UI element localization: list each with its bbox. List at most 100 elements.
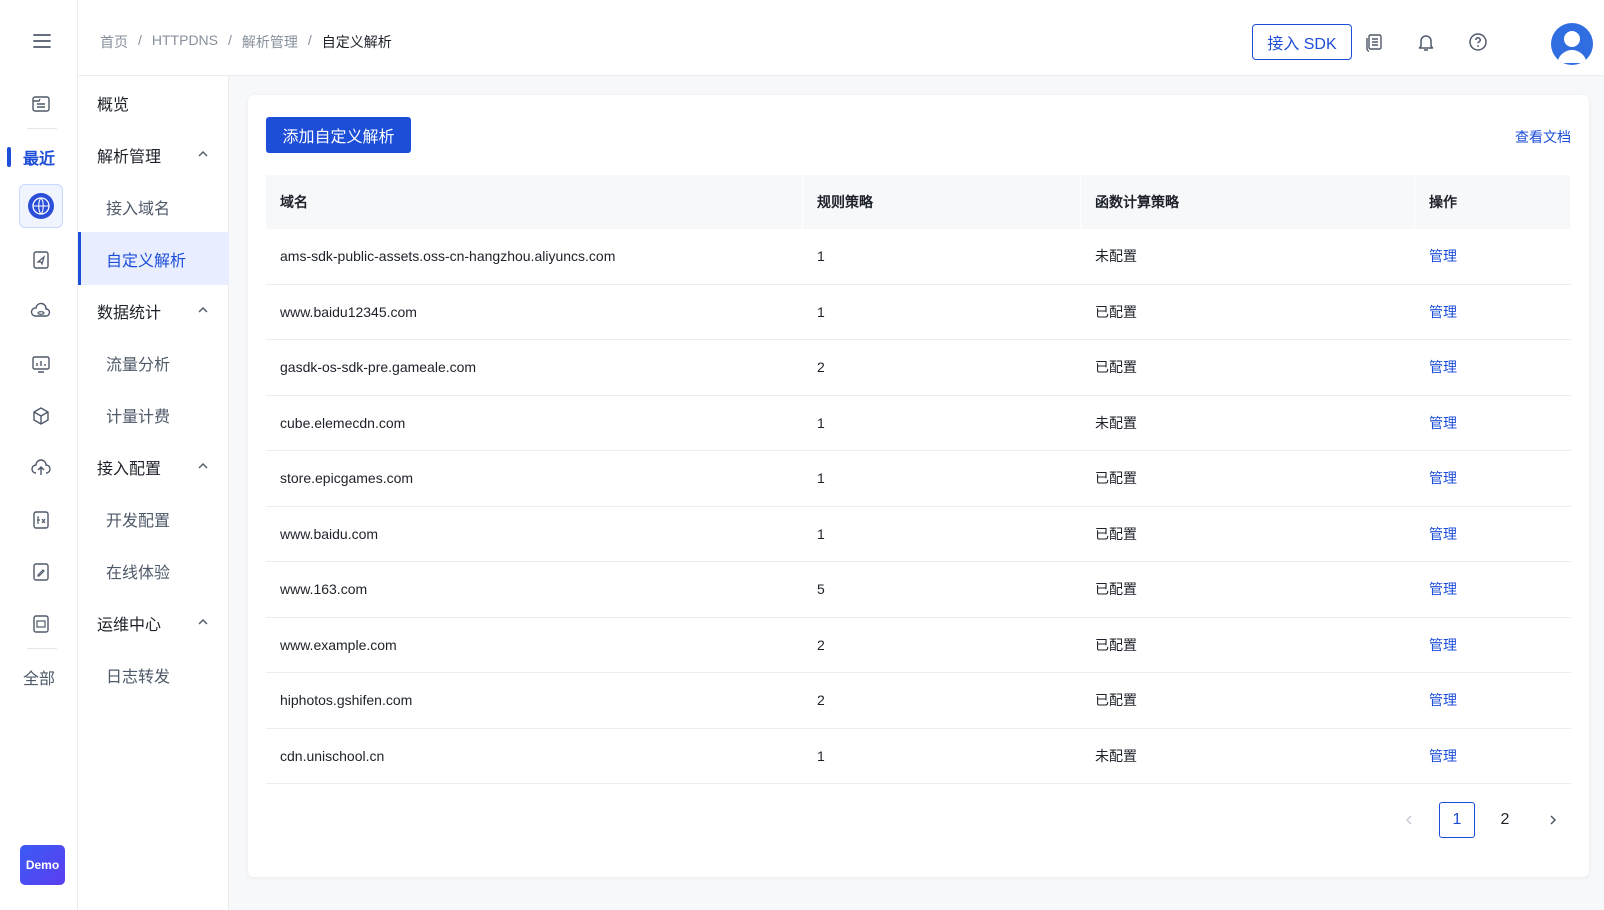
nav-group-access-config[interactable]: 接入配置 — [78, 440, 229, 493]
manage-link-text[interactable]: 管理 — [1429, 690, 1457, 710]
rules-cell-text: 1 — [817, 747, 825, 764]
rules-cell: 1 — [803, 729, 1081, 784]
domain-cell-text: hiphotos.gshifen.com — [280, 692, 413, 709]
rail-all[interactable]: 全部 — [0, 665, 78, 689]
function-status-cell-text: 未配置 — [1095, 414, 1137, 431]
nav-item-traffic-analysis[interactable]: 流量分析 — [78, 336, 229, 389]
domain-cell: ams-sdk-public-assets.oss-cn-hangzhou.al… — [266, 229, 803, 284]
cube-icon[interactable] — [19, 394, 63, 438]
manage-link-text[interactable]: 管理 — [1429, 468, 1457, 488]
manage-link-text[interactable]: 管理 — [1429, 246, 1457, 266]
manage-link-text[interactable]: 管理 — [1429, 413, 1457, 433]
nav-group-data-stats[interactable]: 数据统计 — [78, 284, 229, 337]
nav-group-label: 数据统计 — [97, 304, 162, 322]
view-docs-link[interactable]: 查看文档 — [1515, 127, 1571, 147]
monitor-chart-icon[interactable] — [19, 342, 63, 386]
left-rail: 最近 全部 Demo — [0, 0, 78, 910]
nav-item-log-forward[interactable]: 日志转发 — [78, 648, 229, 701]
chevron-up-icon — [198, 619, 208, 625]
domain-cell: hiphotos.gshifen.com — [266, 673, 803, 728]
rules-cell: 1 — [803, 451, 1081, 506]
table-row: www.example.com 2 已配置 管理 — [266, 618, 1571, 673]
nav-group-label: 接入配置 — [97, 460, 162, 478]
prev-page-icon[interactable] — [1391, 802, 1427, 838]
manage-link-text[interactable]: 管理 — [1429, 635, 1457, 655]
manage-link: 管理 — [1415, 229, 1571, 284]
rules-cell-text: 2 — [817, 636, 825, 653]
rules-cell: 1 — [803, 507, 1081, 562]
rules-cell-text: 5 — [817, 581, 825, 598]
nav-item-dev-config[interactable]: 开发配置 — [78, 492, 229, 545]
breadcrumb-httpdns[interactable]: HTTPDNS — [152, 32, 218, 52]
nav-group-ops-center[interactable]: 运维中心 — [78, 596, 229, 649]
function-status-cell-text: 已配置 — [1095, 359, 1137, 376]
add-custom-resolve-button[interactable]: 添加自定义解析 — [266, 117, 411, 153]
httpdns-icon[interactable] — [19, 184, 63, 228]
rules-cell-text: 1 — [817, 303, 825, 320]
table-body: ams-sdk-public-assets.oss-cn-hangzhou.al… — [266, 229, 1571, 784]
top-header: 首页 / HTTPDNS / 解析管理 / 自定义解析 接入 SDK — [78, 0, 1604, 76]
demo-badge[interactable]: Demo — [20, 845, 65, 885]
domain-cell-text: www.baidu.com — [280, 525, 379, 542]
billing-icon[interactable] — [1363, 31, 1385, 53]
table-row: www.163.com 5 已配置 管理 — [266, 562, 1571, 618]
cloud-upload-icon[interactable] — [19, 446, 63, 490]
manage-link: 管理 — [1415, 673, 1571, 728]
function-status-cell-text: 已配置 — [1095, 692, 1137, 709]
manage-link-text[interactable]: 管理 — [1429, 746, 1457, 766]
domain-cell: www.baidu.com — [266, 507, 803, 562]
manage-link: 管理 — [1415, 285, 1571, 340]
next-page-icon[interactable] — [1535, 802, 1571, 838]
table-row: ams-sdk-public-assets.oss-cn-hangzhou.al… — [266, 229, 1571, 285]
table-row: cube.elemecdn.com 1 未配置 管理 — [266, 396, 1571, 451]
manage-link-text[interactable]: 管理 — [1429, 579, 1457, 599]
function-status-cell-text: 未配置 — [1095, 248, 1137, 265]
edit-doc-icon[interactable] — [19, 550, 63, 594]
nav-group-resolve-manage[interactable]: 解析管理 — [78, 128, 229, 181]
chevron-up-icon — [198, 151, 208, 157]
screen-icon[interactable] — [19, 602, 63, 646]
function-icon[interactable] — [19, 498, 63, 542]
function-status-cell: 已配置 — [1081, 285, 1415, 340]
user-avatar[interactable] — [1551, 23, 1593, 65]
manage-link: 管理 — [1415, 618, 1571, 673]
integrate-sdk-button[interactable]: 接入 SDK — [1252, 24, 1352, 60]
breadcrumb-resolve-manage[interactable]: 解析管理 — [242, 32, 298, 52]
rules-cell-text: 2 — [817, 359, 825, 376]
domain-cell: www.163.com — [266, 562, 803, 617]
manage-link-text[interactable]: 管理 — [1429, 524, 1457, 544]
nav-item-access-domain[interactable]: 接入域名 — [78, 180, 229, 233]
table-row: gasdk-os-sdk-pre.gameale.com 2 已配置 管理 — [266, 340, 1571, 396]
domain-cell-text: www.example.com — [280, 636, 397, 653]
page-2-button[interactable]: 2 — [1487, 802, 1523, 838]
product-list-icon[interactable] — [19, 82, 63, 126]
rules-cell: 2 — [803, 340, 1081, 395]
domain-cell-text: ams-sdk-public-assets.oss-cn-hangzhou.al… — [280, 248, 616, 265]
cloud-database-icon[interactable] — [19, 290, 63, 334]
function-status-cell-text: 已配置 — [1095, 303, 1137, 320]
breadcrumb-separator: / — [307, 32, 312, 48]
domain-table: 域名 规则策略 函数计算策略 操作 ams-sdk-public-assets.… — [266, 175, 1571, 784]
breadcrumb-home[interactable]: 首页 — [100, 32, 128, 52]
column-header-function: 函数计算策略 — [1081, 175, 1415, 229]
page-1-button[interactable]: 1 — [1439, 802, 1475, 838]
nav-group-label: 运维中心 — [97, 616, 162, 634]
rules-cell: 1 — [803, 396, 1081, 451]
function-status-cell: 已配置 — [1081, 562, 1415, 617]
nav-item-online-trial[interactable]: 在线体验 — [78, 544, 229, 597]
function-status-cell: 已配置 — [1081, 451, 1415, 506]
nav-overview[interactable]: 概览 — [78, 76, 229, 129]
manage-link-text[interactable]: 管理 — [1429, 357, 1457, 377]
help-icon[interactable] — [1467, 31, 1489, 53]
nav-item-custom-resolve[interactable]: 自定义解析 — [78, 232, 229, 285]
notification-bell-icon[interactable] — [1415, 31, 1437, 53]
manage-link-text[interactable]: 管理 — [1429, 302, 1457, 322]
breadcrumb-separator: / — [138, 32, 142, 48]
nav-item-billing[interactable]: 计量计费 — [78, 388, 229, 441]
rail-recent[interactable]: 最近 — [0, 145, 78, 169]
manage-link: 管理 — [1415, 562, 1571, 617]
manage-link: 管理 — [1415, 451, 1571, 506]
hamburger-menu-icon[interactable] — [31, 30, 53, 52]
send-icon[interactable] — [19, 238, 63, 282]
rules-cell: 2 — [803, 618, 1081, 673]
